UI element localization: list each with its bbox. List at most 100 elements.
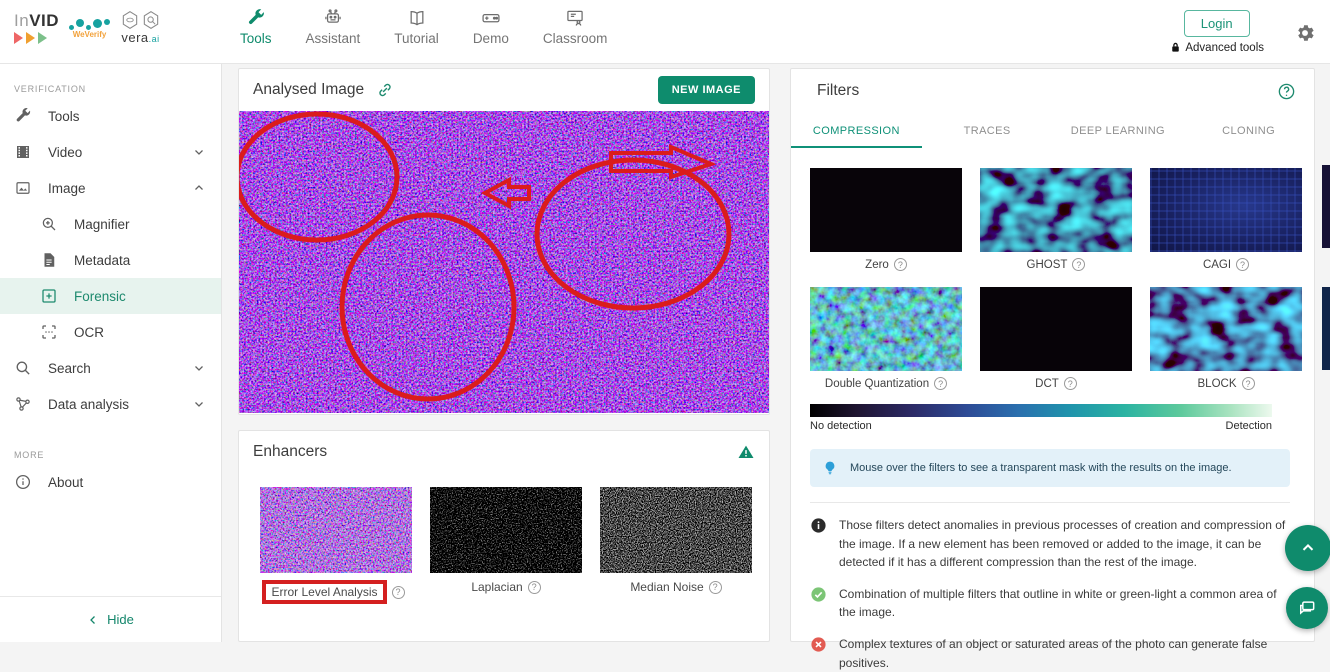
app-logo[interactable]: InVID WeVerify vera.ai <box>14 10 161 45</box>
analysed-image-title: Analysed Image <box>253 81 364 99</box>
nav-tools[interactable]: Tools <box>240 8 272 46</box>
note-text: Complex textures of an object or saturat… <box>839 635 1296 672</box>
help-icon[interactable]: ? <box>392 586 405 599</box>
tab-deep-learning[interactable]: DEEP LEARNING <box>1053 115 1184 148</box>
note-negative: Complex textures of an object or saturat… <box>810 635 1296 672</box>
help-icon[interactable]: ? <box>1072 258 1085 271</box>
enhancers-card: Enhancers Error Level Analysis ? Laplaci… <box>238 430 770 642</box>
nav-assistant-label: Assistant <box>306 31 361 46</box>
sidebar-item-metadata[interactable]: Metadata <box>0 242 221 278</box>
sidebar-item-ocr[interactable]: OCR <box>0 314 221 350</box>
login-button[interactable]: Login <box>1184 10 1250 37</box>
info-circle-icon <box>14 473 32 491</box>
enhancer-thumb-error-level-analysis[interactable] <box>260 487 412 573</box>
chevron-up-icon <box>1299 539 1317 557</box>
weverify-dots-icon <box>69 16 110 30</box>
bulb-icon <box>822 459 838 477</box>
weverify-logo: WeVerify <box>69 16 110 39</box>
cutoff-thumbnail-sliver <box>1322 165 1330 248</box>
new-image-button[interactable]: NEW IMAGE <box>658 76 755 104</box>
sidebar-hide-button[interactable]: Hide <box>0 596 221 642</box>
filter-thumb-zero[interactable] <box>810 168 962 252</box>
help-icon[interactable]: ? <box>709 581 722 594</box>
info-filled-icon <box>810 517 827 534</box>
nav-demo[interactable]: Demo <box>473 8 509 46</box>
analysed-image[interactable] <box>239 111 769 413</box>
ela-noise-render <box>239 111 769 413</box>
analysed-image-card: Analysed Image NEW IMAGE <box>238 68 770 415</box>
sidebar-item-tools[interactable]: Tools <box>0 98 221 134</box>
note-text: Combination of multiple filters that out… <box>839 585 1296 622</box>
note-positive: Combination of multiple filters that out… <box>810 585 1296 622</box>
search-icon <box>14 359 32 377</box>
nav-classroom[interactable]: Classroom <box>543 8 608 46</box>
note-text: Those filters detect anomalies in previo… <box>839 516 1296 572</box>
warning-triangle-icon[interactable] <box>737 443 755 461</box>
nav-tutorial[interactable]: Tutorial <box>394 8 439 46</box>
filter-thumb-cagi[interactable] <box>1150 168 1302 252</box>
tab-traces[interactable]: TRACES <box>922 115 1053 148</box>
filter-thumb-dct[interactable] <box>980 287 1132 371</box>
help-icon[interactable]: ? <box>1064 377 1077 390</box>
divider <box>810 502 1290 503</box>
sidebar-item-magnifier[interactable]: Magnifier <box>0 206 221 242</box>
sidebar-magnifier-label: Magnifier <box>74 217 130 232</box>
chat-icon <box>1297 598 1317 618</box>
help-circle-icon[interactable] <box>1277 82 1296 101</box>
sidebar-video-label: Video <box>48 145 82 160</box>
tip-text: Mouse over the filters to see a transpar… <box>850 462 1232 474</box>
nav-classroom-label: Classroom <box>543 31 608 46</box>
share-nodes-icon <box>14 395 32 413</box>
help-icon[interactable]: ? <box>934 377 947 390</box>
nav-demo-label: Demo <box>473 31 509 46</box>
invid-logo: InVID <box>14 11 59 44</box>
filter-label: CAGI <box>1203 259 1231 271</box>
film-icon <box>14 143 32 161</box>
chat-button[interactable] <box>1286 587 1328 629</box>
magnifier-plus-icon <box>40 215 58 233</box>
sidebar-item-image[interactable]: Image <box>0 170 221 206</box>
cutoff-thumbnail-sliver <box>1322 287 1330 370</box>
ela-red-annotation-box: Error Level Analysis <box>262 580 386 604</box>
scroll-to-top-button[interactable] <box>1285 525 1330 571</box>
sidebar-about-label: About <box>48 475 83 490</box>
help-icon[interactable]: ? <box>1242 377 1255 390</box>
scale-no-detection-label: No detection <box>810 420 872 432</box>
detection-gradient-bar <box>810 404 1272 417</box>
filter-thumb-double-quantization[interactable] <box>810 287 962 371</box>
filter-label: GHOST <box>1027 259 1068 271</box>
tab-cloning[interactable]: CLONING <box>1183 115 1314 148</box>
tab-compression[interactable]: COMPRESSION <box>791 115 922 148</box>
sidebar-hide-label: Hide <box>107 612 134 627</box>
chevron-up-icon <box>193 182 205 194</box>
tip-box: Mouse over the filters to see a transpar… <box>810 449 1290 487</box>
sidebar-item-search[interactable]: Search <box>0 350 221 386</box>
lock-icon <box>1169 41 1182 54</box>
sidebar-item-data-analysis[interactable]: Data analysis <box>0 386 221 422</box>
help-icon[interactable]: ? <box>1236 258 1249 271</box>
advanced-tools[interactable]: Advanced tools <box>1169 41 1264 54</box>
link-icon[interactable] <box>376 81 394 99</box>
enhancer-thumb-median-noise[interactable] <box>600 487 752 573</box>
document-icon <box>40 251 58 269</box>
sidebar-item-video[interactable]: Video <box>0 134 221 170</box>
sidebar-item-forensic[interactable]: Forensic <box>0 278 221 314</box>
classroom-icon <box>565 8 585 28</box>
gamepad-icon <box>480 8 502 28</box>
x-circle-icon <box>810 636 827 653</box>
filters-tabs: COMPRESSION TRACES DEEP LEARNING CLONING <box>791 115 1314 148</box>
enhancer-label: Error Level Analysis <box>271 585 377 599</box>
filter-label: BLOCK <box>1198 378 1237 390</box>
help-icon[interactable]: ? <box>894 258 907 271</box>
settings-gear-icon[interactable] <box>1294 22 1316 44</box>
filter-label: Double Quantization <box>825 378 929 390</box>
filter-thumb-block[interactable] <box>1150 287 1302 371</box>
enhancer-thumb-laplacian[interactable] <box>430 487 582 573</box>
sidebar-item-about[interactable]: About <box>0 464 221 500</box>
filters-card: Filters COMPRESSION TRACES DEEP LEARNING… <box>790 68 1315 642</box>
sidebar-forensic-label: Forensic <box>74 289 126 304</box>
help-icon[interactable]: ? <box>528 581 541 594</box>
filter-thumb-ghost[interactable] <box>980 168 1132 252</box>
chevron-down-icon <box>193 146 205 158</box>
nav-assistant[interactable]: Assistant <box>306 8 361 46</box>
